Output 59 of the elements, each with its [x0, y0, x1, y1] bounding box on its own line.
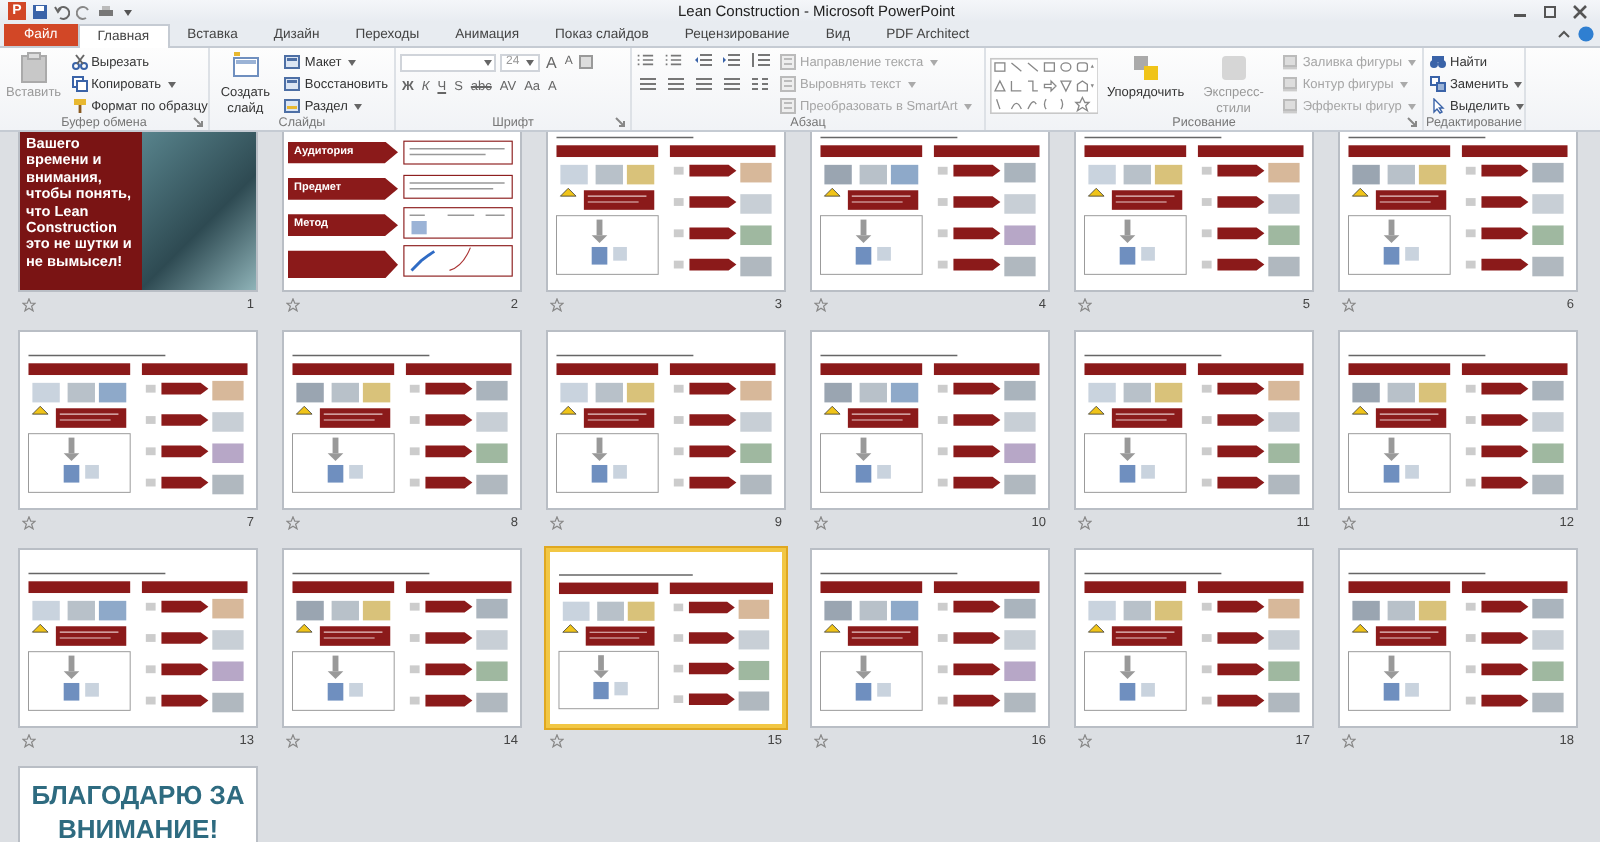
maximize-icon[interactable]: [1538, 3, 1562, 19]
star-icon[interactable]: [550, 515, 564, 529]
caret-icon[interactable]: [1516, 103, 1524, 109]
save-icon[interactable]: [32, 3, 48, 19]
align-icon[interactable]: [692, 76, 716, 92]
star-icon[interactable]: [286, 733, 300, 747]
star-icon[interactable]: [814, 515, 828, 529]
star-icon[interactable]: [814, 733, 828, 747]
scissors-icon: [71, 54, 88, 70]
shapes-gallery-drawing[interactable]: [990, 52, 1099, 114]
align-icon[interactable]: [720, 76, 744, 92]
increase-indent-icon[interactable]: [720, 52, 744, 68]
binoculars-icon: [1430, 54, 1446, 70]
star-icon[interactable]: [1078, 297, 1092, 311]
replace-icon: [1430, 76, 1446, 92]
dialog-launcher-icon[interactable]: [614, 116, 626, 128]
arrange-icon: [1131, 52, 1160, 84]
paintbrush-icon: [71, 98, 88, 114]
caret-icon[interactable]: [353, 103, 362, 109]
reset-icon: [284, 76, 301, 92]
printer-icon[interactable]: [98, 3, 114, 19]
align-icon[interactable]: [636, 76, 660, 92]
caret-icon[interactable]: [484, 59, 492, 65]
decrease-indent-icon[interactable]: [692, 52, 716, 68]
star-icon[interactable]: [1078, 733, 1092, 747]
caret-icon[interactable]: [1514, 81, 1523, 87]
star-icon[interactable]: [550, 297, 564, 311]
collapse-ribbon-icon[interactable]: [1556, 26, 1572, 42]
star-icon[interactable]: [22, 297, 36, 311]
section-icon: [284, 98, 301, 114]
caret-icon[interactable]: [167, 81, 176, 87]
cursor-icon: [1430, 98, 1446, 114]
star-icon[interactable]: [814, 297, 828, 311]
shape-style-icon: [1219, 52, 1248, 84]
copy-icon: [71, 76, 88, 92]
dialog-launcher-icon[interactable]: [1406, 116, 1418, 128]
star-icon[interactable]: [22, 733, 36, 747]
redo-icon[interactable]: [76, 3, 92, 19]
layout-icon: [284, 54, 301, 70]
star-icon[interactable]: [22, 515, 36, 529]
star-icon[interactable]: [550, 733, 564, 747]
align-icon[interactable]: [664, 76, 688, 92]
star-icon[interactable]: [1342, 733, 1356, 747]
slide-thumbnail[interactable]: БЛАГОДАРЮ ЗА ВНИМАНИЕ!: [18, 766, 258, 842]
grow-font-button[interactable]: A: [544, 52, 559, 72]
slide-label-shape: [288, 250, 398, 279]
star-icon[interactable]: [1078, 515, 1092, 529]
font-name-field[interactable]: [400, 53, 496, 71]
caret-icon[interactable]: [347, 59, 356, 65]
caret-icon[interactable]: [525, 59, 534, 65]
star-icon[interactable]: [286, 515, 300, 529]
close-icon[interactable]: [1568, 3, 1592, 19]
star-icon[interactable]: [1342, 515, 1356, 529]
line-spacing-icon[interactable]: [748, 52, 772, 68]
star-icon[interactable]: [1342, 297, 1356, 311]
dialog-launcher-icon[interactable]: [192, 116, 204, 128]
columns-icon[interactable]: [748, 76, 772, 92]
undo-icon[interactable]: [54, 3, 70, 19]
star-icon[interactable]: [286, 297, 300, 311]
